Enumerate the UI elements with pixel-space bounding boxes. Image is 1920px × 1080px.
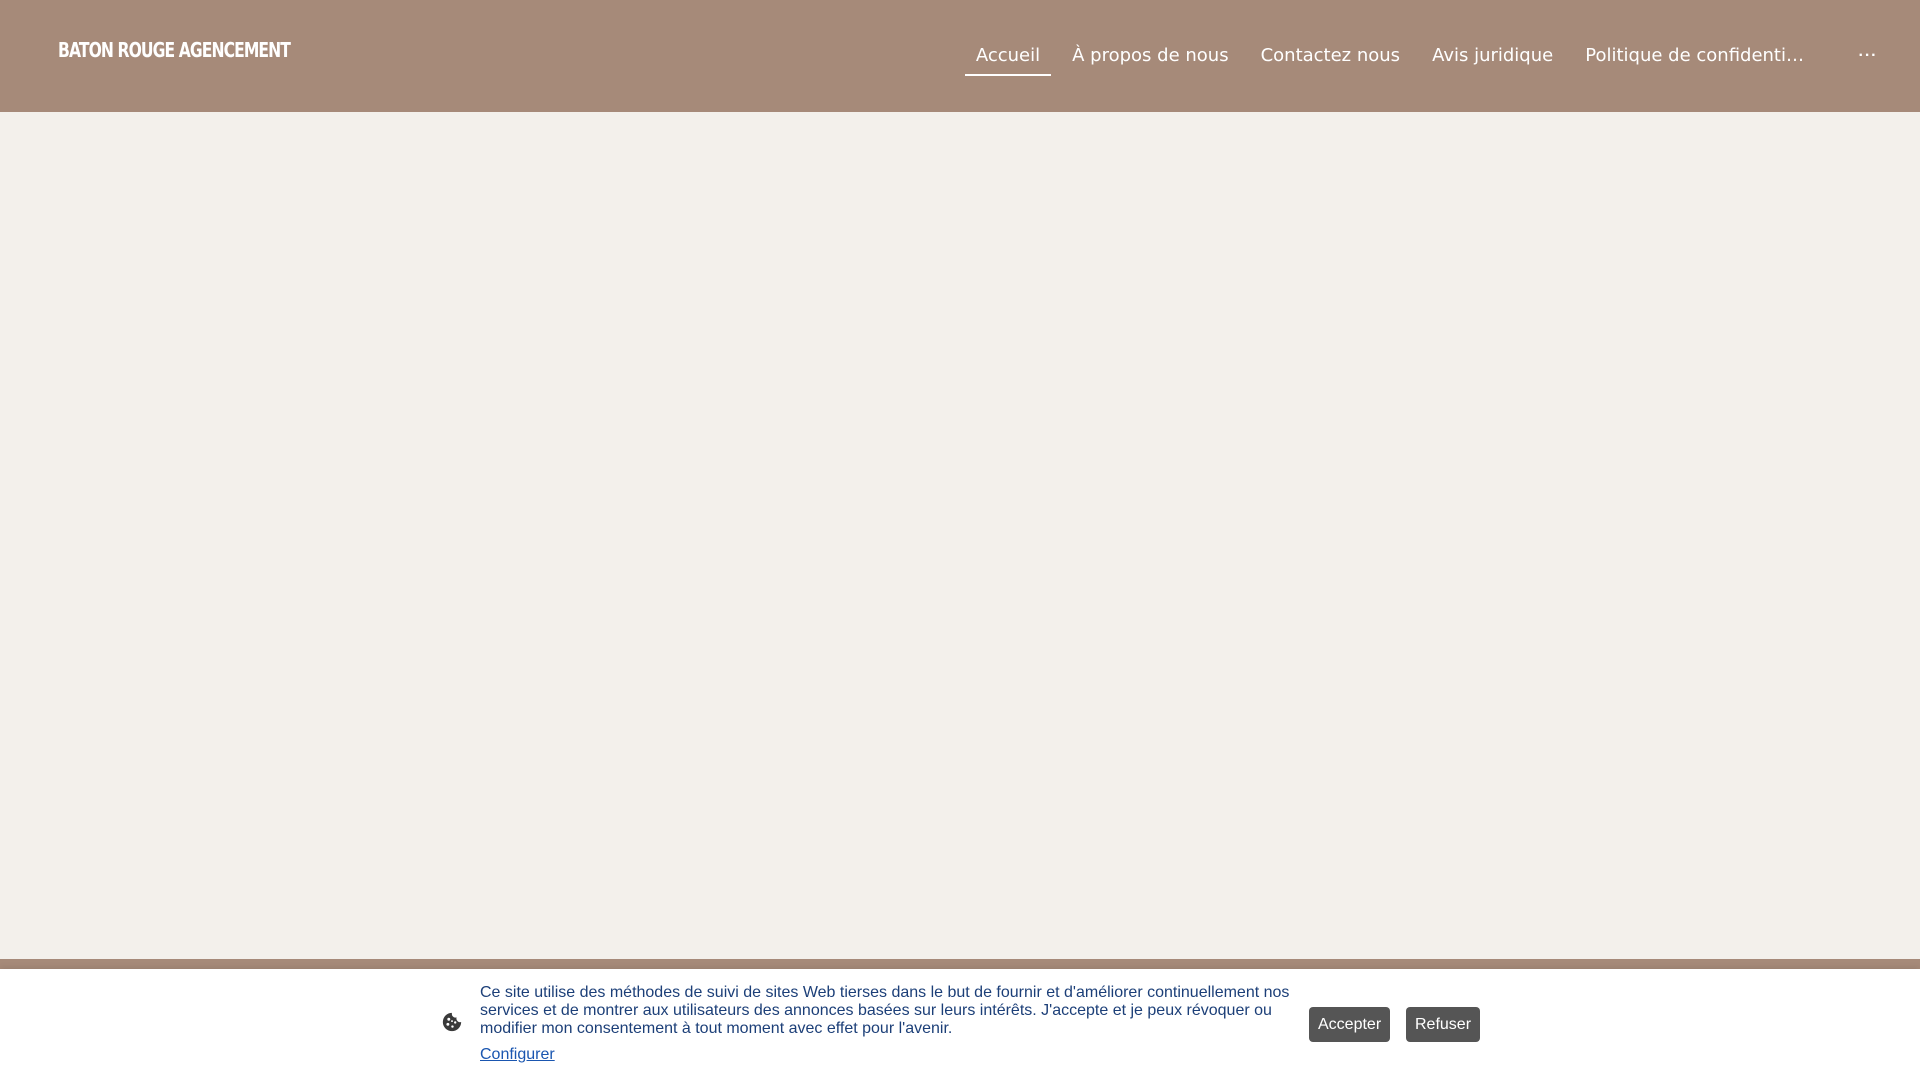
site-header: Baton Rouge Agencement Accueil À propos … [0, 0, 1920, 112]
nav-item-politique[interactable]: Politique de confidenti… [1574, 0, 1815, 112]
nav-item-accueil[interactable]: Accueil [964, 0, 1052, 112]
accept-button[interactable]: Accepter [1309, 1007, 1391, 1042]
site-logo[interactable]: Baton Rouge Agencement [58, 38, 291, 62]
main-nav: Accueil À propos de nous Contactez nous … [960, 0, 1920, 112]
cookie-banner: Ce site utilise des méthodes de suivi de… [0, 969, 1920, 1080]
nav-item-contact[interactable]: Contactez nous [1250, 0, 1411, 112]
cookie-consent-text: Ce site utilise des méthodes de suivi de… [480, 984, 1290, 1037]
more-menu-icon[interactable]: ··· [1838, 0, 1898, 112]
footer-strip [0, 959, 1920, 969]
main-content [0, 112, 1920, 959]
cookie-icon [442, 1012, 462, 1032]
nav-item-avis-juridique[interactable]: Avis juridique [1421, 0, 1564, 112]
refuse-button[interactable]: Refuser [1406, 1007, 1481, 1042]
nav-item-a-propos[interactable]: À propos de nous [1061, 0, 1239, 112]
configure-link[interactable]: Configurer [480, 1046, 555, 1064]
